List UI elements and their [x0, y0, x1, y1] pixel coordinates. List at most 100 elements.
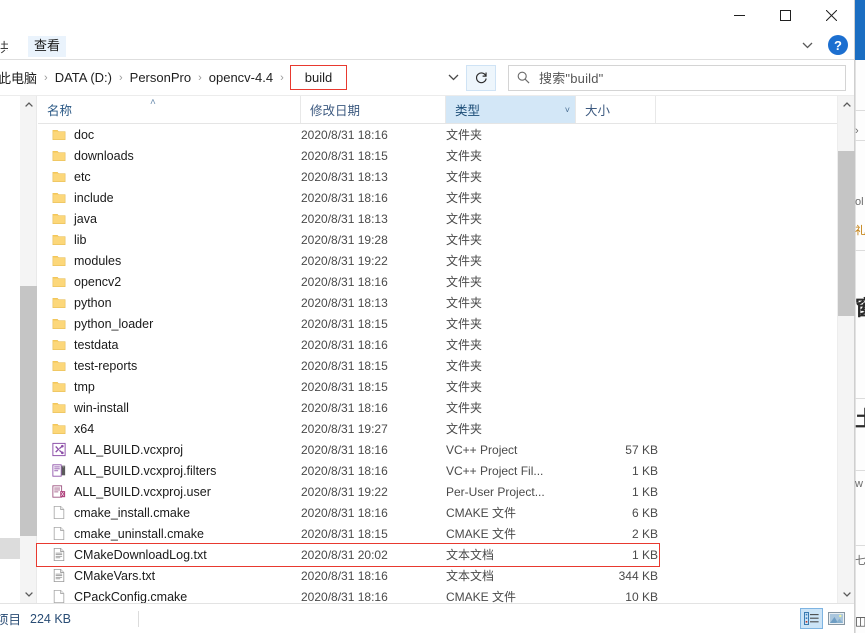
table-row[interactable]: CMakeVars.txt 2020/8/31 18:16 文本文档 344 KB	[38, 565, 837, 586]
breadcrumb-item-personpro[interactable]: PersonPro	[126, 68, 195, 87]
column-headers: 名称 ˄ 修改日期 类型 ˅ 大小	[38, 96, 837, 124]
list-scrollbar-thumb[interactable]	[838, 151, 855, 316]
breadcrumb-item-data-d[interactable]: DATA (D:)	[51, 68, 116, 87]
large-icons-view-button[interactable]	[825, 608, 848, 629]
file-name-cell[interactable]: ALL_BUILD.vcxproj.filters	[38, 463, 301, 478]
breadcrumb[interactable]: 此电脑 › DATA (D:) › PersonPro › opencv-4.4…	[0, 65, 440, 91]
close-button[interactable]	[808, 0, 854, 31]
file-name-cell[interactable]: etc	[38, 169, 301, 184]
search-box[interactable]: 搜索"build"	[508, 64, 846, 91]
file-name-label: downloads	[74, 148, 134, 163]
breadcrumb-item-opencv[interactable]: opencv-4.4	[205, 68, 277, 87]
file-name-cell[interactable]: test-reports	[38, 358, 301, 373]
file-name-cell[interactable]: ALL_BUILD.vcxproj	[38, 442, 301, 457]
nav-scrollbar-thumb[interactable]	[20, 286, 37, 536]
file-name-cell[interactable]: CMakeVars.txt	[38, 568, 301, 583]
file-type-cell: 文件夹	[446, 233, 483, 247]
table-row[interactable]: python 2020/8/31 18:13 文件夹	[38, 292, 837, 313]
file-name-label: CPackConfig.cmake	[74, 589, 188, 604]
file-name-cell[interactable]: downloads	[38, 148, 301, 163]
details-view-button[interactable]	[800, 608, 823, 629]
table-row[interactable]: x64 2020/8/31 19:27 文件夹	[38, 418, 837, 439]
file-name-cell[interactable]: X ALL_BUILD.vcxproj.user	[38, 484, 301, 499]
file-name-cell[interactable]: modules	[38, 253, 301, 268]
table-row[interactable]: X ALL_BUILD.vcxproj.user 2020/8/31 19:22 Pe…	[38, 481, 837, 502]
chevron-down-icon[interactable]	[796, 34, 818, 56]
ribbon-right-controls: ?	[796, 34, 848, 56]
table-row[interactable]: python_loader 2020/8/31 18:15 文件夹	[38, 313, 837, 334]
file-name-cell[interactable]: lib	[38, 232, 301, 247]
search-input[interactable]: 搜索"build"	[539, 68, 604, 87]
table-row[interactable]: include 2020/8/31 18:16 文件夹	[38, 187, 837, 208]
table-row[interactable]: win-install 2020/8/31 18:16 文件夹	[38, 397, 837, 418]
background-window-sliver	[855, 60, 865, 637]
file-name-cell[interactable]: win-install	[38, 400, 301, 415]
file-name-cell[interactable]: include	[38, 190, 301, 205]
file-date-cell: 2020/8/31 18:16	[301, 127, 388, 142]
file-name-cell[interactable]: doc	[38, 127, 301, 142]
background-text: w	[855, 478, 863, 490]
file-name-cell[interactable]: cmake_install.cmake	[38, 505, 301, 520]
file-date-cell: 2020/8/31 18:15	[301, 358, 388, 373]
table-row[interactable]: opencv2 2020/8/31 18:16 文件夹	[38, 271, 837, 292]
column-header-name[interactable]: 名称 ˄	[38, 96, 301, 123]
file-name-cell[interactable]: CPackConfig.cmake	[38, 589, 301, 603]
table-row[interactable]: cmake_uninstall.cmake 2020/8/31 18:15 CMAK…	[38, 523, 837, 544]
column-header-type[interactable]: 类型 ˅	[446, 96, 576, 123]
tab-view[interactable]: 查看	[28, 36, 67, 59]
table-row[interactable]: CMakeDownloadLog.txt 2020/8/31 20:02 文本文档 1…	[38, 544, 837, 565]
file-name-cell[interactable]: x64	[38, 421, 301, 436]
breadcrumb-item-this-pc[interactable]: 此电脑	[0, 66, 41, 89]
address-dropdown-icon[interactable]	[440, 65, 466, 91]
table-row[interactable]: CPackConfig.cmake 2020/8/31 18:16 CMAKE 文件…	[38, 586, 837, 603]
file-date-cell: 2020/8/31 18:16	[301, 274, 388, 289]
table-row[interactable]: testdata 2020/8/31 18:16 文件夹	[38, 334, 837, 355]
chevron-down-icon[interactable]: ˅	[565, 105, 570, 115]
column-header-size[interactable]: 大小	[576, 96, 656, 123]
file-name-label: win-install	[74, 400, 129, 415]
file-name-label: modules	[74, 253, 122, 268]
file-date-cell: 2020/8/31 19:22	[301, 253, 388, 268]
file-name-cell[interactable]: python	[38, 295, 301, 310]
table-row[interactable]: lib 2020/8/31 19:28 文件夹	[38, 229, 837, 250]
minimize-button[interactable]	[716, 0, 762, 31]
file-name-cell[interactable]: opencv2	[38, 274, 301, 289]
file-date-cell: 2020/8/31 19:27	[301, 421, 388, 436]
file-name-cell[interactable]: java	[38, 211, 301, 226]
column-header-date-modified[interactable]: 修改日期	[301, 96, 446, 123]
file-date-cell: 2020/8/31 18:15	[301, 316, 388, 331]
table-row[interactable]: tmp 2020/8/31 18:15 文件夹	[38, 376, 837, 397]
file-type-cell: 文件夹	[446, 254, 483, 268]
file-name-cell[interactable]: python_loader	[38, 316, 301, 331]
scroll-up-arrow-icon[interactable]	[838, 96, 855, 113]
vcxproj-icon	[52, 442, 66, 457]
table-row[interactable]: cmake_install.cmake 2020/8/31 18:16 CMAKE …	[38, 502, 837, 523]
refresh-button[interactable]	[466, 64, 496, 91]
table-row[interactable]: ALL_BUILD.vcxproj 2020/8/31 18:16 VC++ Pro…	[38, 439, 837, 460]
file-name-cell[interactable]: tmp	[38, 379, 301, 394]
scroll-down-arrow-icon[interactable]	[20, 586, 37, 603]
table-row[interactable]: test-reports 2020/8/31 18:15 文件夹	[38, 355, 837, 376]
scroll-down-arrow-icon[interactable]	[838, 586, 855, 603]
tab-share-cutoff[interactable]: 共	[0, 37, 8, 56]
file-name-cell[interactable]: CMakeDownloadLog.txt	[38, 547, 301, 562]
scroll-up-arrow-icon[interactable]	[20, 96, 37, 113]
background-blue-strip	[855, 0, 865, 60]
file-name-cell[interactable]: testdata	[38, 337, 301, 352]
table-row[interactable]: downloads 2020/8/31 18:15 文件夹	[38, 145, 837, 166]
maximize-button[interactable]	[762, 0, 808, 31]
file-date-cell: 2020/8/31 18:16	[301, 463, 388, 478]
folder-icon	[52, 379, 66, 394]
table-row[interactable]: ALL_BUILD.vcxproj.filters 2020/8/31 18:16…	[38, 460, 837, 481]
nav-pane-scrollbar[interactable]	[20, 96, 37, 603]
table-row[interactable]: modules 2020/8/31 19:22 文件夹	[38, 250, 837, 271]
breadcrumb-item-build[interactable]: build	[289, 65, 348, 90]
table-row[interactable]: etc 2020/8/31 18:13 文件夹	[38, 166, 837, 187]
help-button[interactable]: ?	[828, 35, 848, 55]
nav-pane-selected-item[interactable]	[0, 538, 20, 559]
file-name-cell[interactable]: cmake_uninstall.cmake	[38, 526, 301, 541]
table-row[interactable]: doc 2020/8/31 18:16 文件夹	[38, 124, 837, 145]
background-text: 窗	[855, 292, 865, 322]
table-row[interactable]: java 2020/8/31 18:13 文件夹	[38, 208, 837, 229]
file-list-scrollbar[interactable]	[837, 96, 855, 603]
